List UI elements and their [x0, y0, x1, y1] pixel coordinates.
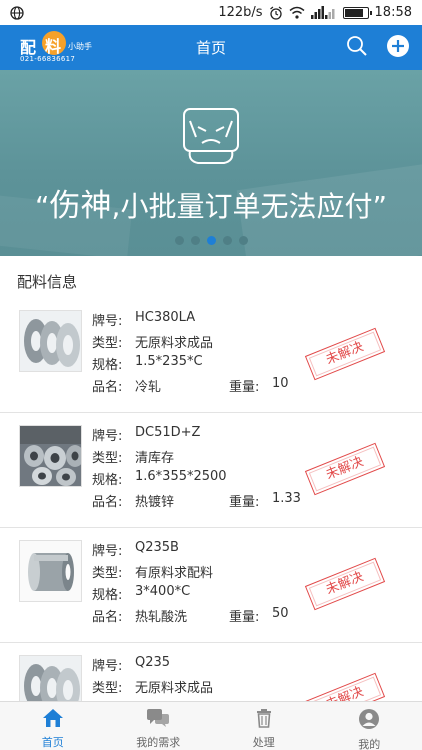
nav-label: 处理: [252, 736, 275, 749]
slogan-emphasis: 伤神: [49, 188, 112, 224]
spec-value: 1.5*235*C: [135, 354, 203, 369]
type-value: 无原料求成品: [135, 681, 214, 696]
nav-label: 首页: [41, 736, 64, 749]
banner-pagination: [0, 236, 422, 245]
search-icon[interactable]: [346, 35, 368, 57]
weight-label: 重量:: [229, 380, 260, 395]
logo-circle-char: 料: [45, 37, 62, 56]
pagination-dot[interactable]: [238, 236, 248, 245]
product-thumbnail: [19, 425, 82, 487]
slogan-text: ,小批量订单无法应付: [111, 190, 373, 223]
user-icon: [358, 708, 380, 733]
nav-label: 我的需求: [136, 736, 181, 749]
trash-icon: [254, 708, 274, 731]
bottom-nav: 首页 我的需求 处理 我的: [0, 701, 422, 750]
product-value: 热镀锌: [135, 495, 175, 510]
nav-item[interactable]: 我的: [317, 702, 422, 750]
page-title: 首页: [195, 39, 226, 57]
spec-value: 3*400*C: [135, 584, 191, 599]
spec-value: 1.6*355*2500: [135, 469, 227, 484]
globe-icon: [10, 5, 24, 20]
weight-value: 50: [272, 606, 289, 621]
wifi-icon: [289, 6, 305, 19]
status-stamp: 未解决: [304, 672, 386, 701]
alarm-icon: [269, 6, 282, 20]
type-label: 类型:: [92, 566, 123, 581]
type-value: 无原料求成品: [135, 336, 214, 351]
brand-value: Q235: [135, 655, 171, 670]
brand-label: 牌号:: [92, 314, 123, 329]
quote-open: “: [35, 190, 50, 223]
brand-value: DC51D+Z: [135, 425, 201, 440]
brand-value: Q235B: [135, 540, 179, 555]
signal-icon: [310, 6, 335, 19]
quote-close: ”: [372, 190, 387, 223]
brand-label: 牌号:: [92, 429, 123, 444]
chat-icon: [146, 708, 170, 731]
brand-label: 牌号:: [92, 659, 123, 674]
battery-icon: [342, 6, 372, 19]
type-value: 有原料求配料: [135, 566, 214, 581]
network-speed: 122b/s: [218, 5, 263, 20]
brand-label: 牌号:: [92, 544, 123, 559]
headache-face-icon: [183, 108, 239, 164]
app-header: 配 料 小助手 021-66836617 首页: [0, 25, 422, 70]
section-title: 配料信息: [0, 256, 422, 298]
type-label: 类型:: [92, 336, 123, 351]
list-item[interactable]: 牌号: HC380LA 类型: 无原料求成品 规格: 1.5*235*C 品名: 冷轧 重量: 1…: [0, 298, 422, 413]
pagination-dot[interactable]: [174, 236, 184, 245]
status-bar: 122b/s 18:58: [0, 0, 422, 25]
pagination-dot[interactable]: [206, 236, 216, 245]
list-item[interactable]: 牌号: Q235B 类型: 有原料求配料 规格: 3*400*C 品名: 热轧酸洗 重量: 50 未…: [0, 528, 422, 643]
list-item[interactable]: 牌号: DC51D+Z 类型: 清库存 规格: 1.6*355*2500 品名: 热镀锌 重量:…: [0, 413, 422, 528]
home-icon: [42, 708, 64, 731]
product-label: 品名:: [92, 495, 123, 510]
product-value: 冷轧: [135, 380, 162, 395]
weight-label: 重量:: [229, 495, 260, 510]
nav-item[interactable]: 首页: [0, 702, 106, 750]
pagination-dot[interactable]: [222, 236, 232, 245]
type-label: 类型:: [92, 681, 123, 696]
nav-item[interactable]: 我的需求: [106, 702, 212, 750]
spec-label: 规格:: [92, 473, 123, 488]
banner-slogan: “伤神,小批量订单无法应付”: [0, 180, 422, 225]
weight-value: 1.33: [272, 491, 301, 506]
brand-value: HC380LA: [135, 310, 196, 325]
nav-item[interactable]: 处理: [211, 702, 317, 750]
status-stamp: 未解决: [304, 557, 386, 611]
product-thumbnail: [19, 310, 82, 372]
pagination-dot[interactable]: [190, 236, 200, 245]
type-value: 清库存: [135, 451, 175, 466]
logo-subtitle: 小助手: [68, 42, 92, 51]
spec-label: 规格:: [92, 358, 123, 373]
nav-label: 我的: [358, 738, 381, 750]
product-value: 热轧酸洗: [135, 610, 188, 625]
list-item[interactable]: 牌号:Q235类型:无原料求成品规格:品名:未解决: [0, 643, 422, 701]
product-label: 品名:: [92, 610, 123, 625]
promo-banner[interactable]: “伤神,小批量订单无法应付”: [0, 70, 422, 256]
type-label: 类型:: [92, 451, 123, 466]
product-thumbnail: [19, 655, 82, 701]
weight-value: 10: [272, 376, 289, 391]
clock-time: 18:58: [374, 5, 412, 20]
app-logo: 配 料 小助手 021-66836617: [16, 30, 98, 66]
weight-label: 重量:: [229, 610, 260, 625]
product-thumbnail: [19, 540, 82, 602]
spec-label: 规格:: [92, 588, 123, 603]
material-list: 牌号: HC380LA 类型: 无原料求成品 规格: 1.5*235*C 品名: 冷轧 重量: 1…: [0, 298, 422, 701]
product-label: 品名:: [92, 380, 123, 395]
status-stamp: 未解决: [304, 327, 386, 381]
status-stamp: 未解决: [304, 442, 386, 496]
logo-phone: 021-66836617: [20, 55, 76, 63]
add-icon[interactable]: [386, 34, 410, 58]
